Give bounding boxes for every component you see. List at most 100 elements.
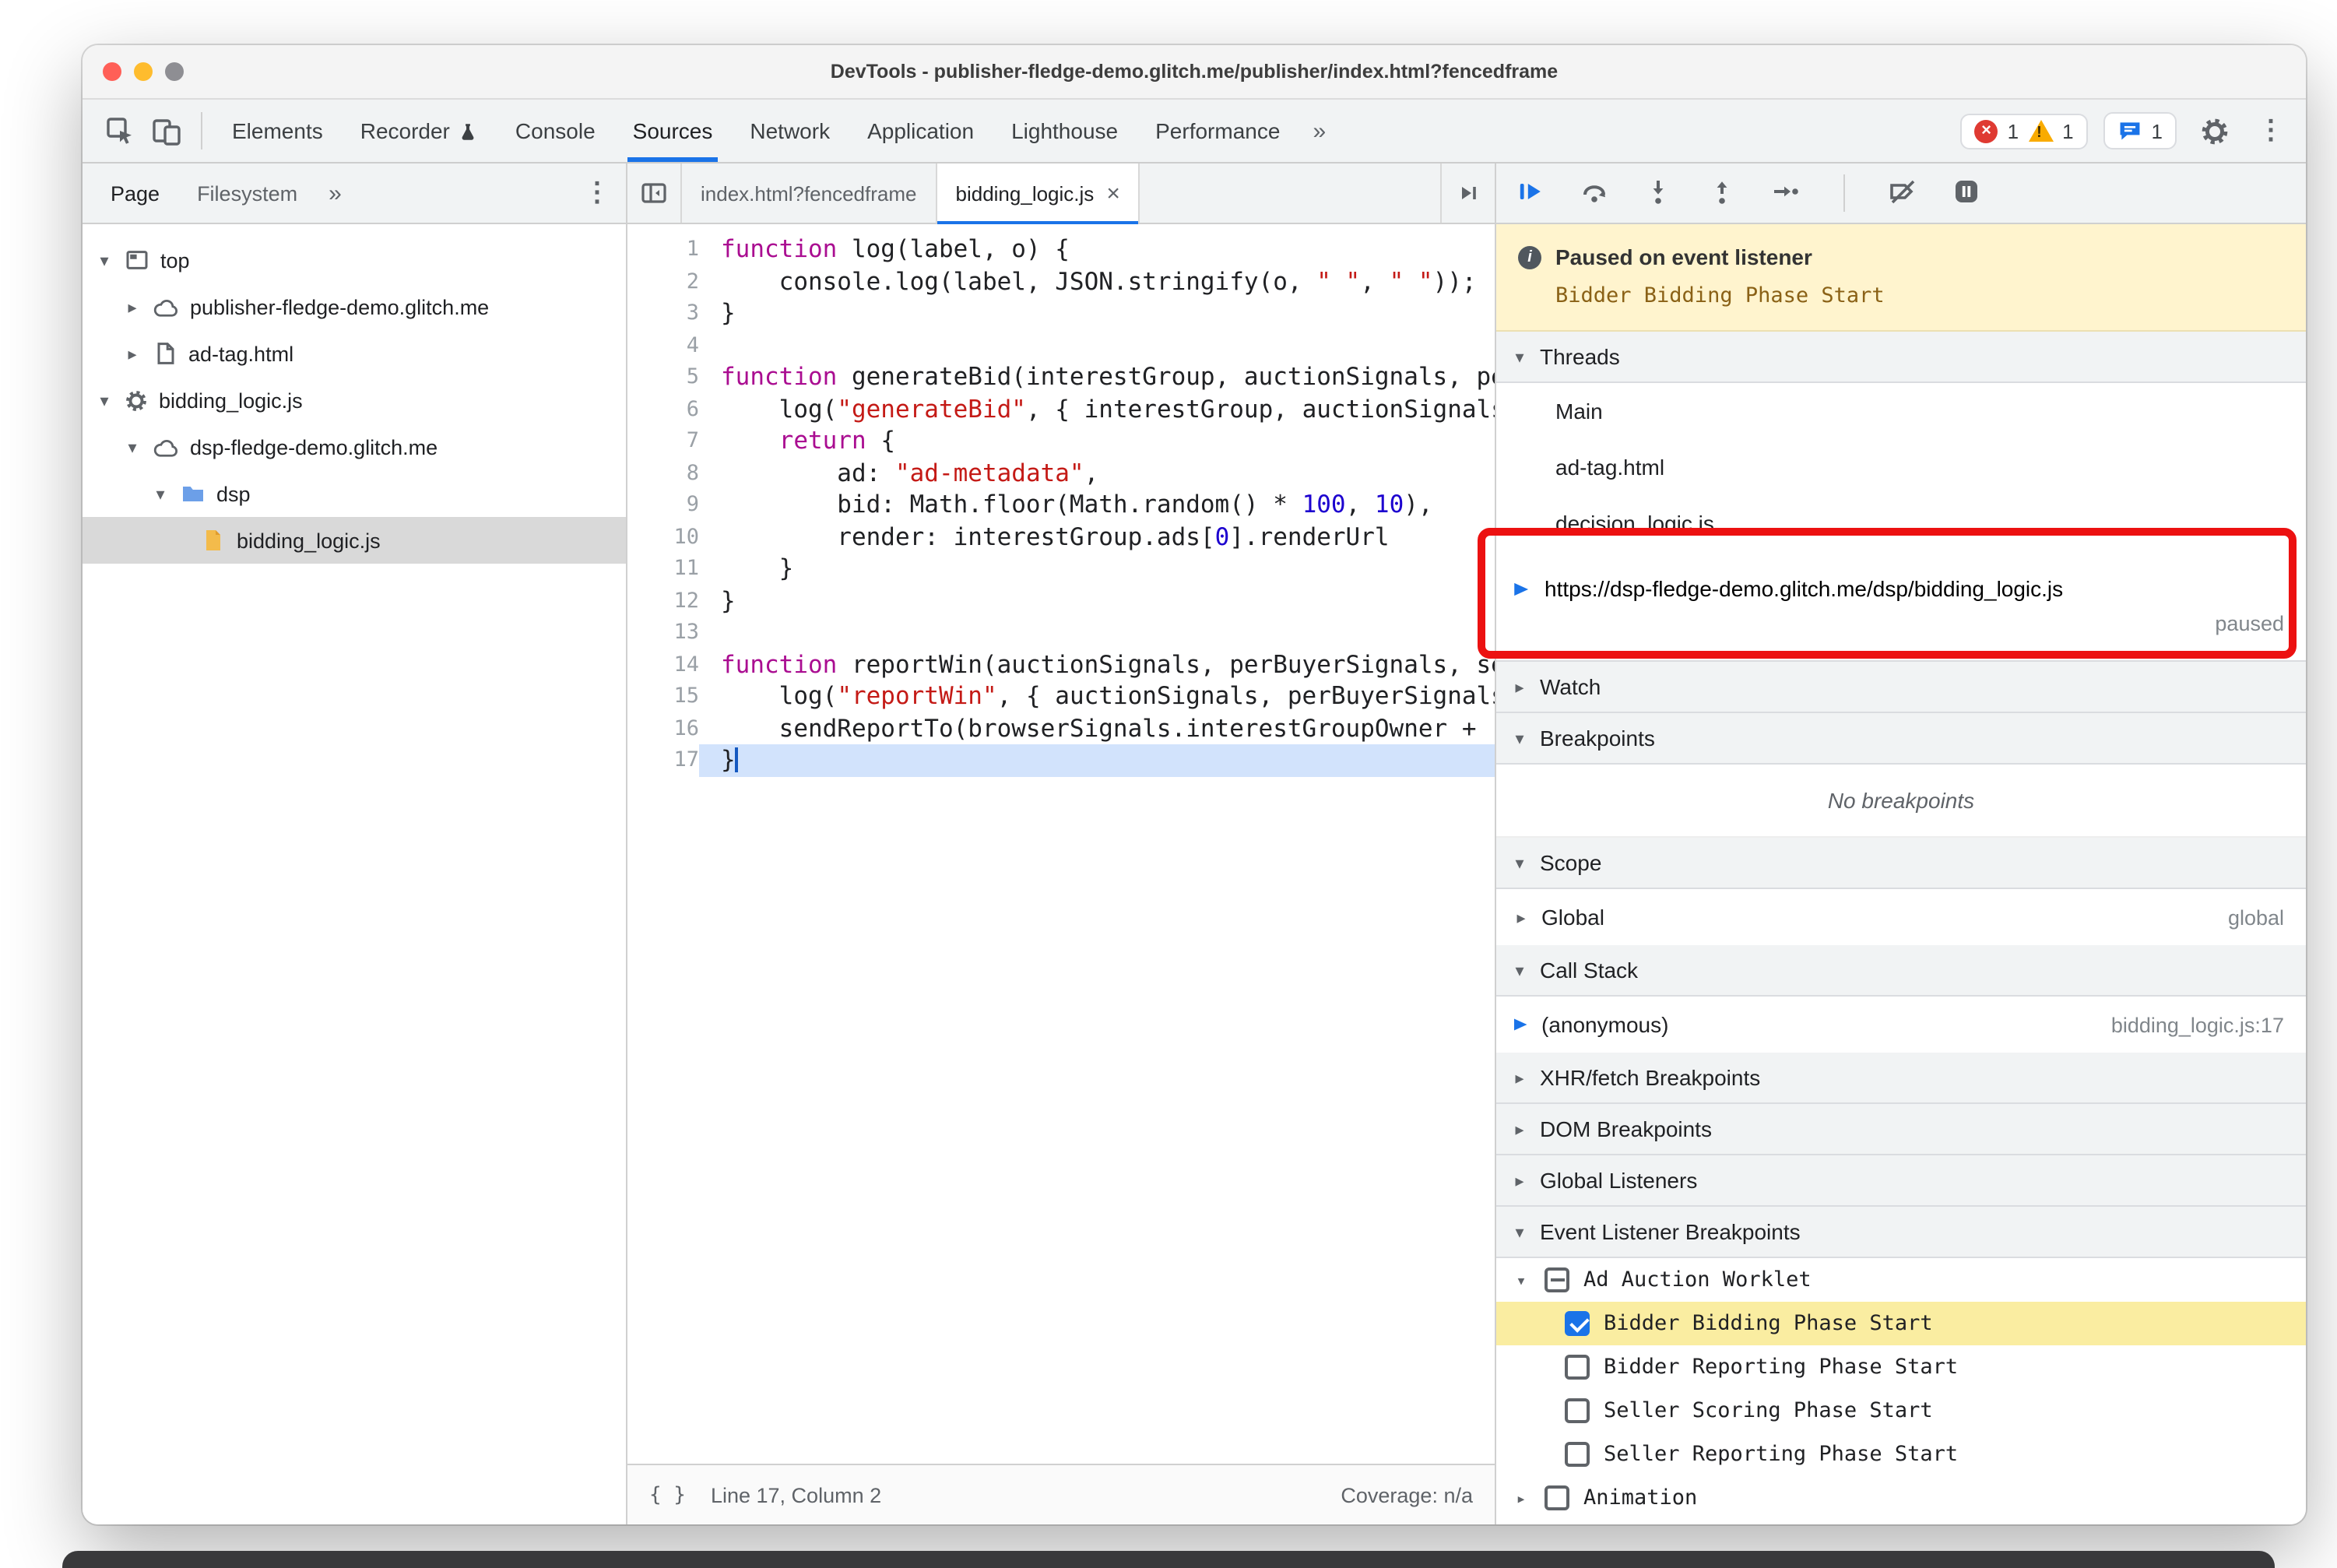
line-number[interactable]: 13 [627,617,699,649]
elb-group-animation[interactable]: ▸ Animation [1496,1476,2306,1520]
line-number[interactable]: 4 [627,329,699,361]
scope-section-header[interactable]: ▾ Scope [1496,838,2306,889]
code-line[interactable]: 5 function generateBid(interestGroup, auc… [627,361,1495,393]
line-number[interactable]: 10 [627,521,699,553]
tab-application[interactable]: Application [850,100,991,162]
tree-item-bidding-logic-worklet[interactable]: ▾ bidding_logic.js [83,377,626,424]
device-toolbar-icon[interactable] [145,109,188,153]
code-line[interactable]: 12} [627,585,1495,617]
expander-down-icon[interactable]: ▾ [1512,1270,1530,1290]
elb-item-seller-reporting-phase-start[interactable]: Seller Reporting Phase Start [1496,1433,2306,1476]
expander-right-icon[interactable]: ▸ [1512,1488,1530,1508]
tab-console[interactable]: Console [498,100,613,162]
code-line[interactable]: 14 function reportWin(auctionSignals, per… [627,649,1495,680]
code-line[interactable]: 8 ad: "ad-metadata", [627,457,1495,489]
line-number[interactable]: 11 [627,553,699,585]
line-number[interactable]: 14 [627,649,699,680]
issues-badge[interactable]: 1 [2103,112,2177,149]
code-line[interactable]: 9 bid: Math.floor(Math.random() * 100, 1… [627,489,1495,521]
unchecked-checkbox[interactable] [1565,1442,1590,1467]
tree-item-bidding-logic-file[interactable]: bidding_logic.js [83,517,626,564]
line-number[interactable]: 5 [627,361,699,393]
step-over-icon[interactable] [1579,175,1610,211]
indeterminate-checkbox[interactable] [1545,1267,1569,1292]
code-line[interactable]: 15 log("reportWin", { auctionSignals, pe… [627,680,1495,712]
xhr-breakpoints-section-header[interactable]: ▸ XHR/fetch Breakpoints [1496,1053,2306,1104]
elb-item-bidder-bidding-phase-start[interactable]: Bidder Bidding Phase Start [1496,1302,2306,1345]
editor-tab-bidding-logic[interactable]: bidding_logic.js × [937,163,1140,224]
more-navigator-tabs-icon[interactable]: » [316,180,354,206]
step-icon[interactable] [1770,175,1801,211]
thread-item-ad-tag[interactable]: ad-tag.html [1496,439,2306,495]
line-number[interactable]: 17 [627,744,699,776]
tree-item-top[interactable]: ▾ top [83,237,626,283]
expander-down-icon[interactable]: ▾ [95,390,114,410]
thread-item-main[interactable]: Main [1496,383,2306,439]
tree-item-dsp-folder[interactable]: ▾ dsp [83,470,626,517]
errors-warnings-badge[interactable]: × 1 ! 1 [1960,113,2088,149]
expander-down-icon[interactable]: ▾ [95,250,114,270]
elb-group-canvas[interactable]: ▸ Canvas [1496,1520,2306,1524]
tab-filesystem[interactable]: Filesystem [178,163,316,223]
code-line[interactable]: 6 log("generateBid", { interestGroup, au… [627,393,1495,425]
code-line[interactable]: 16 sendReportTo(browserSignals.interestG… [627,712,1495,744]
dom-breakpoints-section-header[interactable]: ▸ DOM Breakpoints [1496,1104,2306,1155]
tab-sources[interactable]: Sources [616,100,730,162]
unchecked-checkbox[interactable] [1545,1485,1569,1510]
tab-performance[interactable]: Performance [1138,100,1297,162]
line-number[interactable]: 7 [627,425,699,457]
more-panels-icon[interactable]: » [1300,118,1338,144]
tab-recorder[interactable]: Recorder [343,100,495,162]
code-line[interactable]: 7 return { [627,425,1495,457]
thread-item-bidding-logic-current[interactable]: https://dsp-fledge-demo.glitch.me/dsp/bi… [1496,551,2306,660]
minimize-window-button[interactable] [134,62,153,81]
resume-script-icon[interactable] [1515,175,1546,211]
event-listener-breakpoints-section-header[interactable]: ▾ Event Listener Breakpoints [1496,1207,2306,1258]
navigator-menu-kebab-icon[interactable]: ⋮ [578,178,617,209]
unchecked-checkbox[interactable] [1565,1398,1590,1423]
pretty-print-icon[interactable]: { } [649,1483,686,1506]
line-number[interactable]: 9 [627,489,699,521]
expander-down-icon[interactable]: ▾ [151,483,170,504]
deactivate-breakpoints-icon[interactable] [1887,175,1918,211]
call-stack-section-header[interactable]: ▾ Call Stack [1496,945,2306,997]
expander-right-icon[interactable]: ▸ [123,343,142,364]
step-into-icon[interactable] [1643,175,1674,211]
line-number[interactable]: 8 [627,457,699,489]
watch-section-header[interactable]: ▸ Watch [1496,660,2306,713]
elb-group-ad-auction-worklet[interactable]: ▾ Ad Auction Worklet [1496,1258,2306,1302]
step-out-icon[interactable] [1706,175,1738,211]
code-line[interactable]: 4 [627,329,1495,361]
pause-on-exceptions-icon[interactable] [1951,175,1982,211]
code-line[interactable]: 2 console.log(label, JSON.stringify(o, "… [627,265,1495,297]
code-line[interactable]: 11 } [627,553,1495,585]
tab-network[interactable]: Network [733,100,847,162]
line-number[interactable]: 1 [627,234,699,265]
tab-elements[interactable]: Elements [215,100,340,162]
unchecked-checkbox[interactable] [1565,1355,1590,1380]
scope-global-row[interactable]: ▸ Global global [1496,889,2306,945]
breakpoints-section-header[interactable]: ▾ Breakpoints [1496,713,2306,765]
code-line[interactable]: 10 render: interestGroup.ads[0].renderUr… [627,521,1495,553]
tab-page[interactable]: Page [92,163,178,223]
editor-tab-index-html[interactable]: index.html?fencedframe [682,163,937,223]
code-line[interactable]: 13 [627,617,1495,649]
zoom-window-button[interactable] [165,62,184,81]
main-menu-kebab-icon[interactable]: ⋮ [2251,115,2290,146]
thread-item-decision-logic[interactable]: decision_logic.js [1496,495,2306,551]
tree-item-publisher-origin[interactable]: ▸ publisher-fledge-demo.glitch.me [83,283,626,330]
inspect-element-icon[interactable] [98,109,142,153]
line-number[interactable]: 12 [627,585,699,617]
tab-lighthouse[interactable]: Lighthouse [994,100,1135,162]
code-editor[interactable]: 1 function log(label, o) {2 console.log(l… [627,224,1495,1464]
line-number[interactable]: 3 [627,297,699,329]
line-number[interactable]: 15 [627,680,699,712]
settings-gear-icon[interactable] [2192,109,2236,153]
threads-section-header[interactable]: ▾ Threads [1496,332,2306,383]
code-line[interactable]: 17} [627,744,1495,776]
expander-right-icon[interactable]: ▸ [1512,907,1530,927]
line-number[interactable]: 16 [627,712,699,744]
checked-checkbox[interactable] [1565,1311,1590,1336]
line-number[interactable]: 2 [627,265,699,297]
title-bar[interactable]: DevTools - publisher-fledge-demo.glitch.… [83,45,2306,100]
